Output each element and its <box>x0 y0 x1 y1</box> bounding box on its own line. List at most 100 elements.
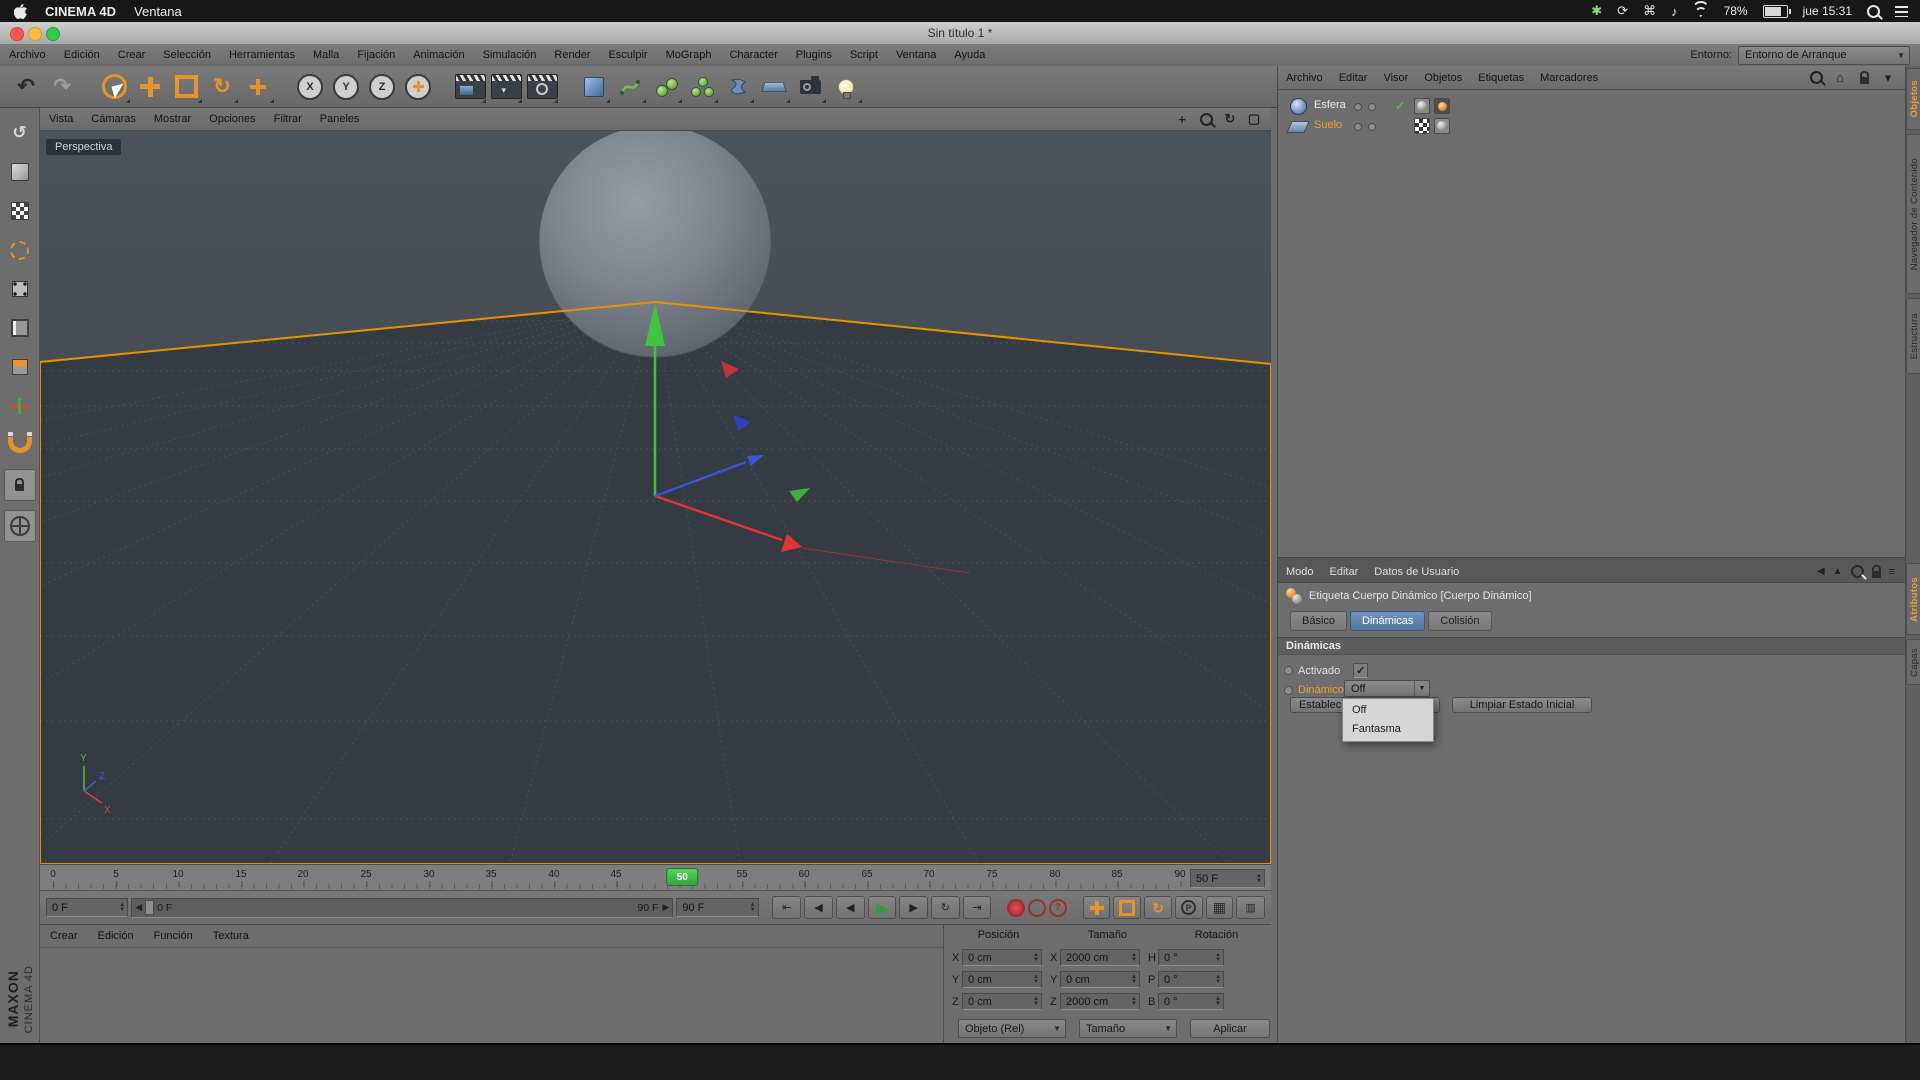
dynamics-tag-icon[interactable] <box>1434 98 1450 114</box>
om-search-icon[interactable] <box>1807 69 1825 87</box>
solo-mode-button[interactable]: ▥ <box>1236 896 1265 919</box>
sphere-object-icon[interactable] <box>1290 98 1307 115</box>
vp-menu-filtrar[interactable]: Filtrar <box>265 113 311 125</box>
om-menu-etiquetas[interactable]: Etiquetas <box>1470 72 1532 84</box>
size-y-field[interactable]: 0 cm▲▼ <box>1060 971 1140 988</box>
autokey-button[interactable] <box>1028 899 1046 917</box>
section-header[interactable]: Dinámicas <box>1278 637 1905 655</box>
menu-ventana[interactable]: Ventana <box>887 49 945 61</box>
side-tab-capas[interactable]: Capas <box>1906 639 1920 685</box>
viewport-rotate-icon[interactable]: ↻ <box>1221 110 1239 128</box>
timeline-range-slider[interactable]: ◀ 0 F 90 F ▶ <box>131 898 673 918</box>
view-label[interactable]: Perspectiva <box>46 139 121 155</box>
compositing-tag-icon[interactable] <box>1414 118 1430 134</box>
menu-herramientas[interactable]: Herramientas <box>220 49 304 61</box>
add-generator-button[interactable] <box>648 69 684 105</box>
battery-icon[interactable] <box>1763 5 1788 18</box>
lock-z-button[interactable]: Z <box>364 69 400 105</box>
tab-dinamicas[interactable]: Dinámicas <box>1350 611 1425 631</box>
os-app-name[interactable]: CINEMA 4D <box>45 4 116 19</box>
volume-icon[interactable]: ♪ <box>1671 4 1678 19</box>
add-light-button[interactable] <box>828 69 864 105</box>
attr-lock-icon[interactable] <box>1872 571 1881 578</box>
timemachine-icon[interactable]: ⟳ <box>1617 3 1628 19</box>
window-titlebar[interactable]: Sin título 1 * <box>0 22 1920 45</box>
stepper-icon[interactable]: ▲▼ <box>116 903 125 913</box>
vp-menu-mostrar[interactable]: Mostrar <box>145 113 200 125</box>
rotation-b-field[interactable]: 0 °▲▼ <box>1158 993 1224 1010</box>
om-menu-archivo[interactable]: Archivo <box>1278 72 1331 84</box>
phong-tag-icon[interactable] <box>1434 118 1450 134</box>
goto-end-button[interactable]: ⇥ <box>963 896 992 919</box>
attr-up-icon[interactable]: ▲ <box>1833 566 1843 577</box>
floor-object-icon[interactable] <box>1286 121 1309 133</box>
position-z-field[interactable]: 0 cm▲▼ <box>962 993 1042 1010</box>
key-pla-toggle[interactable]: ▦ <box>1206 896 1234 919</box>
phong-tag-icon[interactable] <box>1414 98 1430 114</box>
make-editable-button[interactable]: ↺ <box>5 118 35 148</box>
stepper-icon[interactable]: ▲▼ <box>1253 874 1262 884</box>
mm-menu-textura[interactable]: Textura <box>203 930 259 942</box>
loop-mode-button[interactable]: ↻ <box>931 896 960 919</box>
coord-mode-dropdown[interactable]: Objeto (Rel)▼ <box>958 1019 1066 1038</box>
prev-frame-button[interactable]: ◀ <box>836 896 865 919</box>
attr-menu-editar[interactable]: Editar <box>1322 566 1367 578</box>
viewport[interactable]: Y X Z Perspectiva <box>40 131 1271 864</box>
undo-button[interactable]: ↶ <box>8 69 44 105</box>
texture-mode-button[interactable] <box>5 196 35 226</box>
model-mode-button[interactable] <box>5 157 35 187</box>
current-frame-field[interactable]: 0 F ▲▼ <box>46 898 128 917</box>
edges-mode-button[interactable] <box>5 313 35 343</box>
viewport-maximize-icon[interactable]: ▢ <box>1245 110 1263 128</box>
add-mograph-button[interactable] <box>684 69 720 105</box>
object-row-esfera[interactable]: Esfera ✓ <box>1278 96 1888 116</box>
snap-button[interactable] <box>5 430 35 460</box>
size-x-field[interactable]: 2000 cm▲▼ <box>1060 949 1140 966</box>
position-x-field[interactable]: 0 cm▲▼ <box>962 949 1042 966</box>
vp-menu-vista[interactable]: Vista <box>40 113 82 125</box>
add-camera-button[interactable] <box>792 69 828 105</box>
stepper-icon[interactable]: ▲▼ <box>747 903 756 913</box>
menu-ayuda[interactable]: Ayuda <box>945 49 994 61</box>
menu-character[interactable]: Character <box>720 49 786 61</box>
vp-menu-opciones[interactable]: Opciones <box>200 113 264 125</box>
add-primitive-button[interactable] <box>576 69 612 105</box>
render-to-picture-viewer-button[interactable]: ▾ <box>488 69 524 105</box>
vp-menu-paneles[interactable]: Paneles <box>311 113 369 125</box>
mm-menu-edicion[interactable]: Edición <box>88 930 144 942</box>
rotation-h-field[interactable]: 0 °▲▼ <box>1158 949 1224 966</box>
object-row-suelo[interactable]: Suelo <box>1278 116 1888 136</box>
render-visibility-dot[interactable] <box>1368 103 1376 111</box>
menu-esculpir[interactable]: Esculpir <box>599 49 656 61</box>
next-frame-button[interactable]: ▶ <box>899 896 928 919</box>
prev-key-button[interactable]: ◀ <box>804 896 833 919</box>
menu-mograph[interactable]: MoGraph <box>657 49 721 61</box>
workplane-mode-button[interactable] <box>5 235 35 265</box>
wifi-icon[interactable] <box>1693 5 1709 17</box>
lock-x-button[interactable]: X <box>292 69 328 105</box>
object-name[interactable]: Suelo <box>1314 119 1342 131</box>
add-environment-button[interactable] <box>756 69 792 105</box>
key-rotation-toggle[interactable]: ↻ <box>1144 896 1172 919</box>
timeline-ruler[interactable]: 0 5 10 15 20 25 30 35 40 45 50 55 60 65 … <box>40 864 1271 890</box>
activado-checkbox[interactable]: ✓ <box>1353 663 1368 678</box>
menu-crear[interactable]: Crear <box>109 49 155 61</box>
attr-search-icon[interactable] <box>1851 565 1864 578</box>
menu-render[interactable]: Render <box>545 49 599 61</box>
key-parameter-toggle[interactable]: P <box>1175 896 1203 919</box>
notification-center-icon[interactable] <box>1895 6 1908 17</box>
last-used-tool[interactable] <box>240 69 276 105</box>
redo-button[interactable]: ↷ <box>44 69 80 105</box>
tab-basico[interactable]: Básico <box>1290 611 1347 631</box>
clear-initial-state-button[interactable]: Limpiar Estado Inicial <box>1452 697 1592 713</box>
rotation-p-field[interactable]: 0 °▲▼ <box>1158 971 1224 988</box>
viewport-canvas[interactable]: Y X Z <box>40 131 1271 864</box>
anim-dot-icon[interactable] <box>1284 686 1293 695</box>
side-tab-navegador[interactable]: Navegador de Contenido <box>1906 134 1920 294</box>
viewport-zoom-icon[interactable] <box>1197 110 1215 128</box>
mm-menu-funcion[interactable]: Función <box>144 930 203 942</box>
current-frame-marker[interactable]: 50 <box>666 868 698 886</box>
coord-system-button[interactable] <box>400 69 436 105</box>
menu-fijacion[interactable]: Fijación <box>348 49 404 61</box>
editor-visibility-dot[interactable] <box>1354 103 1362 111</box>
